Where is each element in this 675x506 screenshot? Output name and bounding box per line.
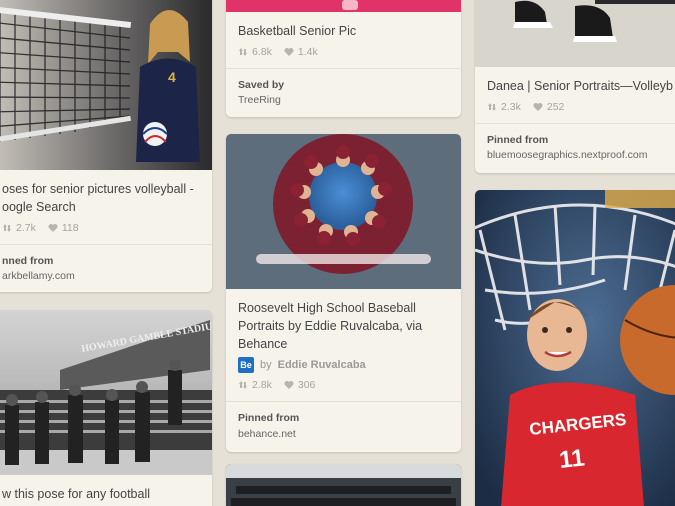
repin-count[interactable]: 2.8k bbox=[238, 379, 272, 391]
repin-count[interactable]: 2.7k bbox=[2, 222, 36, 234]
pin-stats: 2.3k 252 bbox=[475, 95, 675, 123]
heart-icon bbox=[284, 381, 294, 390]
pin-card-volleyball-net[interactable]: 4 oses for senior pictures volleyball - … bbox=[0, 0, 212, 292]
heart-icon bbox=[48, 224, 58, 233]
pin-title-line: oses for senior pictures volleyball - bbox=[2, 182, 194, 196]
heart-icon bbox=[533, 103, 543, 112]
pin-image-danea-shoes[interactable] bbox=[475, 0, 675, 67]
svg-text:4: 4 bbox=[168, 69, 176, 85]
pin-image-volleyball-net[interactable]: 4 bbox=[0, 0, 212, 170]
attribution-prefix: by bbox=[260, 359, 272, 372]
like-count-value: 306 bbox=[297, 379, 316, 392]
pin-card-roosevelt-baseball[interactable]: Roosevelt High School Baseball Portraits… bbox=[226, 134, 461, 452]
pin-image-chargers-player[interactable]: CHARGERS 11 bbox=[475, 190, 675, 506]
pin-image-baseball-team-circle[interactable] bbox=[226, 134, 461, 289]
pin-card-danea[interactable]: Danea | Senior Portraits—Volleyb 2.3k 25… bbox=[475, 0, 675, 173]
source-label: Saved by bbox=[238, 79, 285, 92]
repin-icon bbox=[239, 381, 247, 390]
repin-count[interactable]: 6.8k bbox=[238, 46, 272, 58]
pin-title[interactable]: oses for senior pictures volleyball - oo… bbox=[0, 170, 212, 216]
pin-title[interactable]: Danea | Senior Portraits—Volleyb bbox=[475, 67, 675, 95]
pin-title[interactable]: Basketball Senior Pic bbox=[226, 12, 461, 40]
repin-icon bbox=[239, 48, 247, 57]
pin-card-basketball-senior[interactable]: Basketball Senior Pic 6.8k 1.4k Saved by… bbox=[226, 0, 461, 117]
repin-icon bbox=[488, 103, 496, 112]
repin-count-value: 6.8k bbox=[252, 46, 272, 59]
source-label: Pinned from bbox=[487, 134, 549, 147]
pin-image-basketball-senior[interactable] bbox=[226, 0, 461, 12]
pin-stats: 2.8k 306 bbox=[226, 373, 461, 401]
pin-title-line: Portraits by Eddie Ruvalcaba, via bbox=[238, 319, 423, 334]
repin-count[interactable]: 2.3k bbox=[487, 101, 521, 113]
pin-title[interactable]: w this pose for any football bbox=[0, 475, 212, 503]
like-count-value: 252 bbox=[546, 101, 565, 114]
pin-card-team-photo[interactable] bbox=[226, 464, 461, 506]
like-count[interactable]: 306 bbox=[284, 379, 316, 392]
pin-stats: 2.7k 118 bbox=[0, 216, 212, 244]
pin-image-football-cheer[interactable]: HOWARD GAMBLE STADIUM bbox=[0, 310, 212, 475]
source-domain[interactable]: TreeRing bbox=[238, 93, 449, 108]
source-domain[interactable]: behance.net bbox=[238, 427, 449, 442]
pin-source[interactable]: Pinned from bluemoosegraphics.nextproof.… bbox=[475, 123, 675, 173]
repin-count-value: 2.3k bbox=[501, 101, 521, 114]
like-count[interactable]: 118 bbox=[48, 222, 79, 234]
like-count[interactable]: 252 bbox=[533, 101, 565, 114]
attribution-name[interactable]: Eddie Ruvalcaba bbox=[278, 359, 366, 371]
repin-count-value: 2.7k bbox=[16, 222, 36, 235]
like-count-value: 1.4k bbox=[297, 46, 318, 59]
pin-image-team-photo[interactable] bbox=[226, 464, 461, 506]
pin-title-line: Roosevelt High School Baseball bbox=[238, 301, 416, 315]
like-count-value: 118 bbox=[61, 222, 79, 235]
pin-source[interactable]: Saved by TreeRing bbox=[226, 68, 461, 117]
pin-card-football[interactable]: HOWARD GAMBLE STADIUM w this pose for an… bbox=[0, 310, 212, 506]
source-label: Pinned from bbox=[238, 412, 300, 425]
pin-source[interactable]: nned from arkbellamy.com bbox=[0, 244, 212, 292]
repin-count-value: 2.8k bbox=[252, 379, 272, 392]
repin-icon bbox=[3, 224, 11, 233]
source-label: nned from bbox=[2, 255, 54, 268]
pin-stats: 6.8k 1.4k bbox=[226, 40, 461, 68]
jersey-number: 11 bbox=[558, 444, 586, 474]
pin-title-line: oogle Search bbox=[2, 200, 76, 215]
pin-card-chargers[interactable]: CHARGERS 11 bbox=[475, 190, 675, 506]
source-domain[interactable]: arkbellamy.com bbox=[2, 269, 200, 284]
decorative-shape bbox=[342, 0, 358, 10]
pin-source[interactable]: Pinned from behance.net bbox=[226, 401, 461, 451]
like-count[interactable]: 1.4k bbox=[284, 46, 318, 58]
pin-title[interactable]: Roosevelt High School Baseball Portraits… bbox=[226, 289, 461, 353]
source-domain[interactable]: bluemoosegraphics.nextproof.com bbox=[487, 148, 673, 163]
heart-icon bbox=[284, 48, 294, 57]
pin-title-line: Behance bbox=[238, 337, 288, 352]
pin-attribution[interactable]: Be by Eddie Ruvalcaba bbox=[226, 353, 461, 374]
behance-icon: Be bbox=[238, 357, 254, 374]
